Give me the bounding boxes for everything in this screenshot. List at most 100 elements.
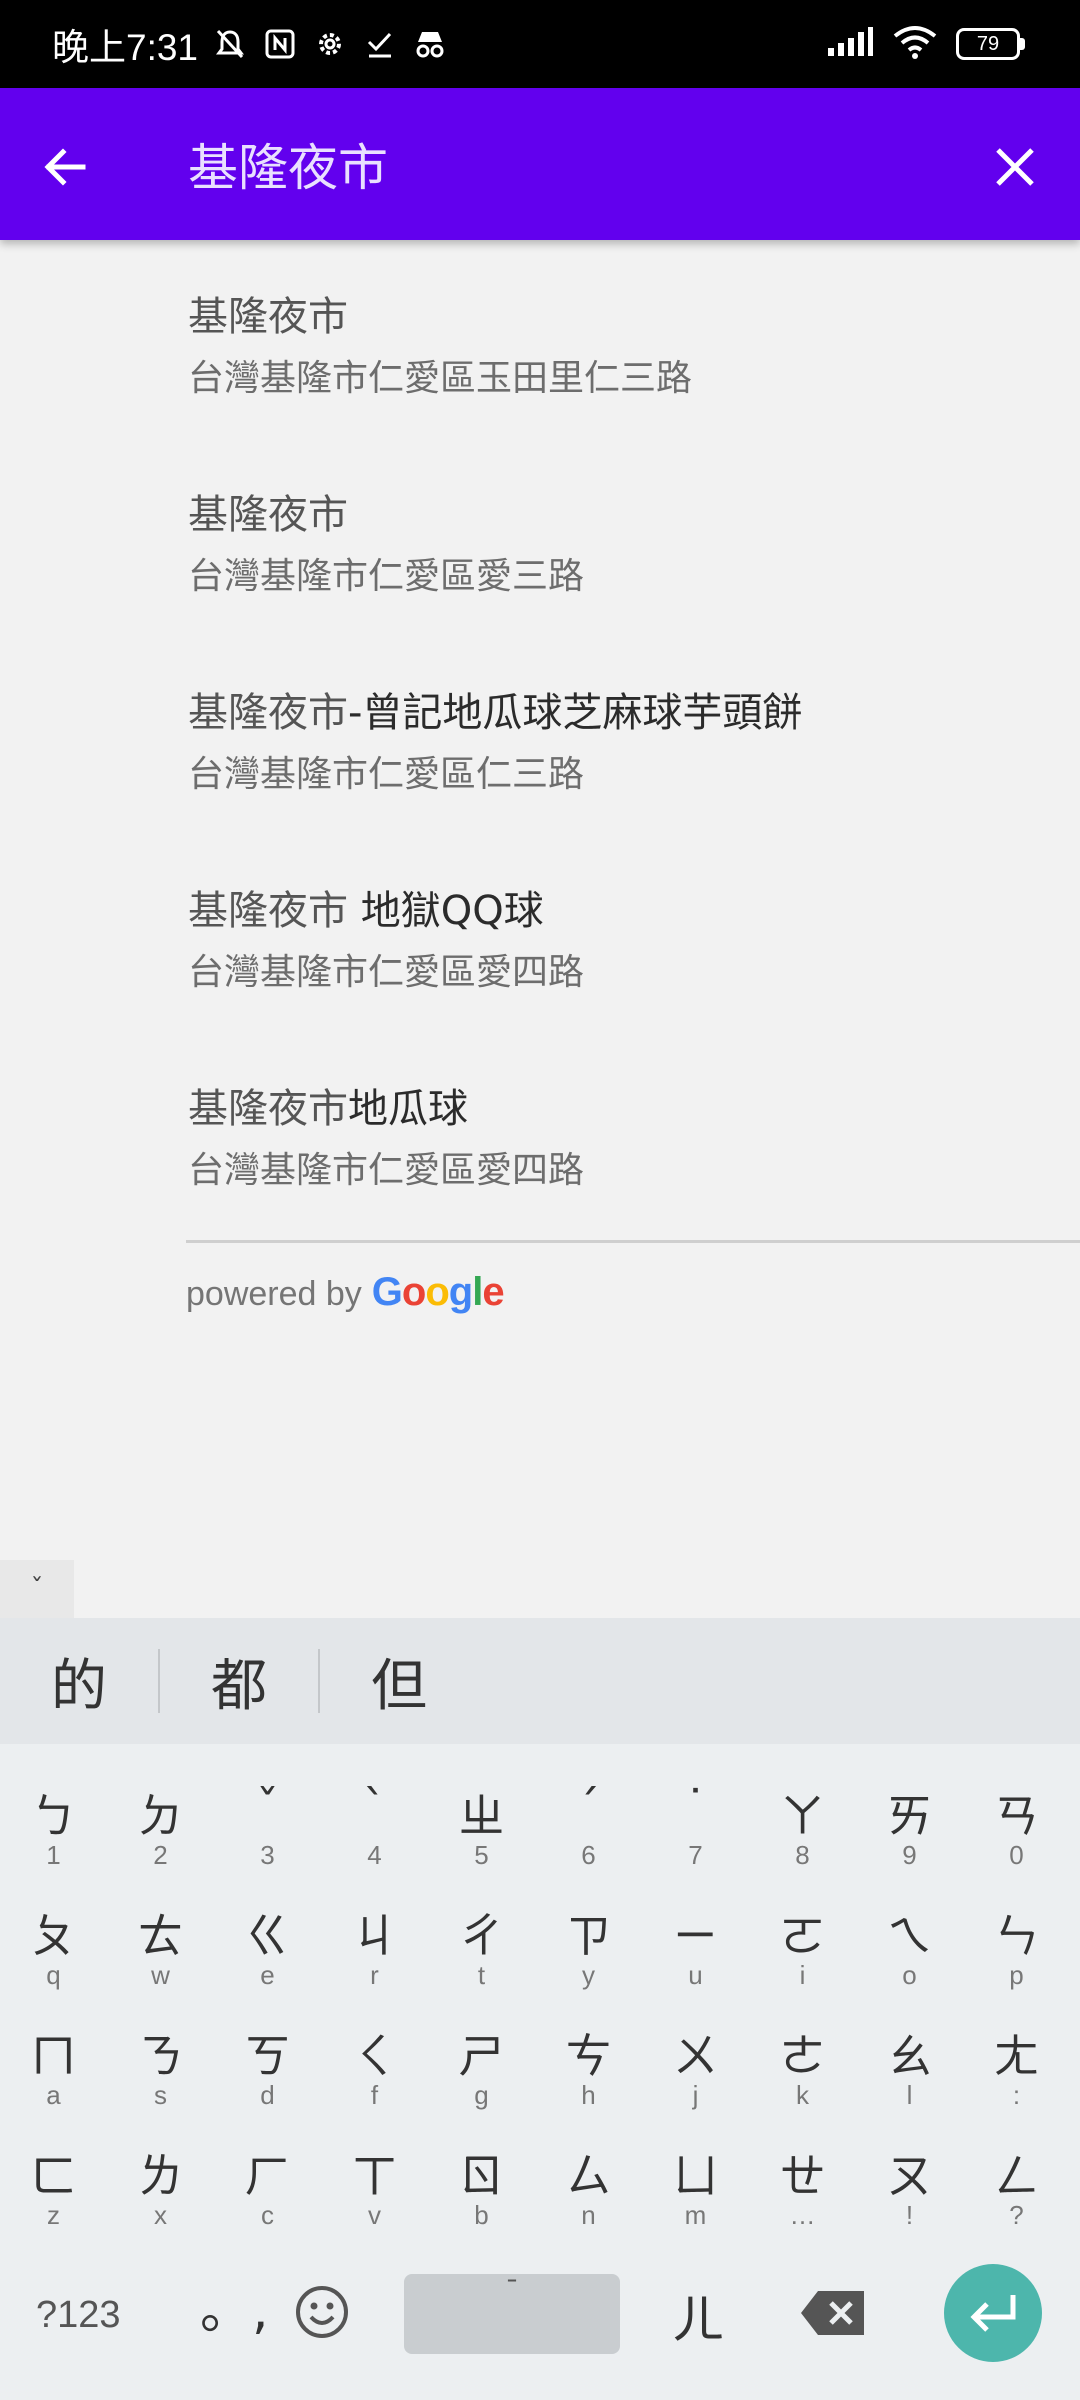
keyboard-key[interactable]: ㄩm <box>642 2128 749 2246</box>
key-label: ㄟ <box>886 1909 933 1963</box>
keyboard-key[interactable]: ㄉ2 <box>107 1768 214 1886</box>
key-label: ㄋ <box>137 2029 184 2083</box>
keyboard-key[interactable]: ㄑf <box>321 2008 428 2126</box>
keyboard-key[interactable]: ㄛi <box>749 1888 856 2006</box>
key-hint: z <box>47 2200 60 2230</box>
key-row: ㄈ z ㄌ x ㄏ c ㄒ v ㄖ b ㄙ n ㄩ m ㄝ… ㄡ! ㄥ? <box>0 2128 1080 2246</box>
battery-icon: 79 <box>956 28 1025 60</box>
back-button[interactable] <box>30 132 100 202</box>
key-label: ㄑ <box>351 2029 398 2083</box>
keyboard-collapse-button[interactable]: ˇ <box>0 1560 74 1618</box>
keyboard-key[interactable]: ㄥ? <box>963 2128 1070 2246</box>
keyboard-key[interactable]: ㄐr <box>321 1888 428 2006</box>
key-hint: a <box>46 2080 61 2110</box>
search-input[interactable] <box>188 124 948 204</box>
keyboard-key[interactable]: ㄍe <box>214 1888 321 2006</box>
key-hint: 7 <box>688 1840 703 1870</box>
keyboard-key[interactable]: ㄜk <box>749 2008 856 2126</box>
enter-key[interactable] <box>944 2264 1042 2362</box>
key-label: ˙ <box>684 1780 707 1834</box>
key-hint: r <box>370 1960 379 1990</box>
powered-by-label: powered by <box>186 1275 362 1313</box>
keyboard-key[interactable]: ㄚ8 <box>749 1768 856 1886</box>
result-title: 基隆夜市 <box>188 294 348 340</box>
key-label: ㄔ <box>458 1909 505 1963</box>
keyboard-key[interactable]: ㄗy <box>535 1888 642 2006</box>
keyboard-key[interactable]: ㄎd <box>214 2008 321 2126</box>
keyboard-key[interactable]: ㄅ1 <box>0 1768 107 1886</box>
keyboard-key[interactable]: ㄢ0 <box>963 1768 1070 1886</box>
key-label: ㄡ <box>886 2149 933 2203</box>
backspace-icon <box>801 2291 864 2335</box>
keyboard-key[interactable]: ˋ4 <box>321 1768 428 1886</box>
clear-button[interactable] <box>980 132 1050 202</box>
keyboard-key[interactable]: ㄒv <box>321 2128 428 2246</box>
keyboard-key[interactable]: ㄏc <box>214 2128 321 2246</box>
result-item[interactable]: 基隆夜市地瓜球 台灣基隆市仁愛區愛四路 <box>188 1085 1068 1245</box>
keyboard-key[interactable]: ㄡ! <box>856 2128 963 2246</box>
keyboard-key[interactable]: ㄈz <box>0 2128 107 2246</box>
candidate-word[interactable]: 都 <box>160 1641 318 1722</box>
keyboard-bottom-row: ?123 。, ˉ ㄦ <box>0 2248 1080 2388</box>
result-item[interactable]: 基隆夜市-曾記地瓜球芝麻球芋頭餅 台灣基隆市仁愛區仁三路 <box>188 689 1068 849</box>
keyboard-key[interactable]: ㄨj <box>642 2008 749 2126</box>
key-label: ㄈ <box>30 2149 77 2203</box>
key-hint: v <box>368 2200 381 2230</box>
keyboard-key[interactable]: ㄆq <box>0 1888 107 2006</box>
keyboard-key[interactable]: ㄧu <box>642 1888 749 2006</box>
search-app-bar <box>0 88 1080 240</box>
keyboard-key[interactable]: ˙ 7 <box>642 1768 749 1886</box>
keyboard-key[interactable]: ㄟo <box>856 1888 963 2006</box>
candidate-word[interactable]: 但 <box>320 1641 478 1722</box>
result-address: 台灣基隆市仁愛區愛四路 <box>188 952 585 993</box>
key-label: ㄣ <box>993 1909 1040 1963</box>
result-item[interactable]: 基隆夜市 台灣基隆市仁愛區玉田里仁三路 <box>188 293 1068 453</box>
emoji-key[interactable] <box>290 2280 354 2344</box>
candidate-word[interactable]: 的 <box>0 1641 158 1722</box>
key-label: ˊ <box>577 1780 600 1834</box>
keyboard-key[interactable]: ㄔt <box>428 1888 535 2006</box>
key-label: ㄘ <box>565 2029 612 2083</box>
key-hint: 4 <box>367 1840 382 1870</box>
keyboard-key[interactable]: ㄌx <box>107 2128 214 2246</box>
space-key-label: ˉ <box>505 2274 519 2307</box>
space-key[interactable]: ˉ <box>404 2274 620 2354</box>
candidate-bar: 的 都 但 <box>0 1618 1080 1744</box>
result-item[interactable]: 基隆夜市 台灣基隆市仁愛區愛三路 <box>188 491 1068 651</box>
key-label: ㄥ <box>993 2149 1040 2203</box>
keyboard-key[interactable]: ㄠl <box>856 2008 963 2126</box>
keyboard-key[interactable]: ㄤ: <box>963 2008 1070 2126</box>
result-item[interactable]: 基隆夜市 地獄QQ球 台灣基隆市仁愛區愛四路 <box>188 887 1068 1047</box>
keyboard-key[interactable]: ㄇa <box>0 2008 107 2126</box>
symbols-key[interactable]: ?123 <box>36 2294 121 2337</box>
keyboard-key[interactable]: ㄊw <box>107 1888 214 2006</box>
keyboard-key[interactable]: ㄖb <box>428 2128 535 2246</box>
key-hint: ? <box>1009 2200 1024 2230</box>
keyboard-key[interactable]: ㄋs <box>107 2008 214 2126</box>
punctuation-key[interactable]: 。, <box>200 2268 269 2343</box>
keyboard-key[interactable]: ˇ3 <box>214 1768 321 1886</box>
key-hint: k <box>796 2080 809 2110</box>
keyboard-key[interactable]: ㄙn <box>535 2128 642 2246</box>
keyboard-key[interactable]: ㄘh <box>535 2008 642 2126</box>
key-label: ㄧ <box>672 1909 719 1963</box>
keyboard-key[interactable]: ㄞ9 <box>856 1768 963 1886</box>
key-label: ㄍ <box>244 1909 291 1963</box>
er-key[interactable]: ㄦ <box>672 2278 724 2353</box>
keyboard-key[interactable]: ㄣp <box>963 1888 1070 2006</box>
settings-icon <box>312 26 348 62</box>
key-label: ㄨ <box>672 2029 719 2083</box>
results-divider <box>186 1240 1080 1243</box>
key-hint: y <box>582 1960 595 1990</box>
key-label: ㄚ <box>779 1789 826 1843</box>
key-hint: i <box>799 1960 806 1990</box>
keyboard: 的 都 但 ㄅ 1 ㄉ 2 ˇ 3 ˋ 4 ㄓ 5 ˊ 6 ˙ 7 ㄚ 8 ㄞ 9 ㄢ 0 ㄆ q ㄊ w ㄍ e ㄐ r ㄔ t ㄗ y ㄧ u… <box>0 1618 1080 2400</box>
keyboard-key[interactable]: ㄓ5 <box>428 1768 535 1886</box>
key-label: ㄠ <box>886 2029 933 2083</box>
close-icon <box>996 148 1034 186</box>
backspace-key[interactable] <box>798 2288 868 2338</box>
powered-by-google: powered by Google <box>186 1270 505 1315</box>
keyboard-key[interactable]: ㄕg <box>428 2008 535 2126</box>
keyboard-key[interactable]: ˊ6 <box>535 1768 642 1886</box>
keyboard-key[interactable]: ㄝ… <box>749 2128 856 2246</box>
